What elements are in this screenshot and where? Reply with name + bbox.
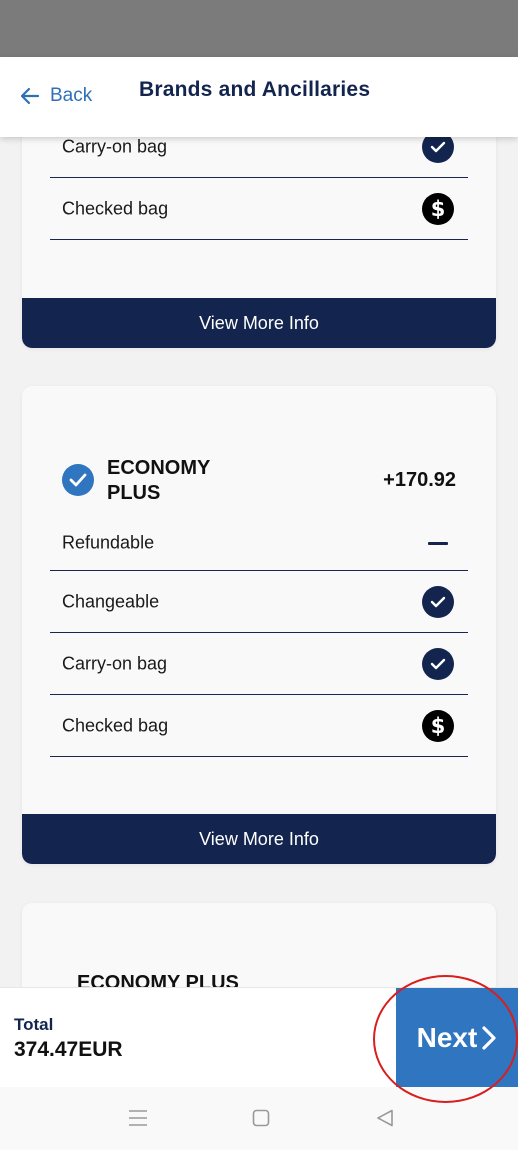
home-nav-icon[interactable] <box>252 1109 270 1127</box>
check-circle-icon <box>422 585 454 618</box>
feature-label: Checked bag <box>62 198 169 218</box>
brand-name: ECONOMY PLUS <box>77 972 239 987</box>
brand-price: +170.92 <box>383 469 456 491</box>
back-button[interactable]: Back <box>20 85 92 107</box>
minus-icon <box>428 541 448 545</box>
view-more-info-button[interactable]: View More Info <box>22 814 496 864</box>
selected-check-icon[interactable] <box>62 464 94 496</box>
app-header: Back Brands and Ancillaries <box>0 57 518 137</box>
dollar-circle-icon: $ <box>422 709 454 742</box>
brand-card-economy-plus-2[interactable]: ECONOMY PLUS <box>22 903 496 987</box>
check-circle-icon <box>422 647 454 680</box>
brand-card-economy-plus[interactable]: ECONOMY PLUS +170.92 Refundable Changeab… <box>22 386 496 864</box>
view-more-info-button[interactable]: View More Info <box>22 298 496 348</box>
page-title: Brands and Ancillaries <box>139 78 371 101</box>
feature-row-carry-on: Carry-on bag <box>50 633 468 695</box>
back-label: Back <box>50 85 93 106</box>
check-circle-icon <box>422 137 454 163</box>
next-button[interactable]: Next <box>396 988 518 1088</box>
feature-label: Checked bag <box>62 715 169 735</box>
dollar-circle-icon: $ <box>422 192 454 225</box>
feature-row-carry-on: Carry-on bag <box>50 137 468 178</box>
feature-row-changeable: Changeable <box>50 571 468 633</box>
feature-label: Carry-on bag <box>62 137 168 156</box>
brand-name: ECONOMY PLUS <box>107 457 210 504</box>
total-label: Total <box>14 1015 54 1034</box>
status-bar <box>0 0 518 57</box>
chevron-right-icon <box>482 1026 496 1050</box>
arrow-left-icon <box>20 87 40 105</box>
feature-row-checked-bag: Checked bag $ <box>50 695 468 757</box>
feature-row-refundable: Refundable <box>50 509 468 571</box>
menu-nav-icon[interactable] <box>128 1109 148 1127</box>
feature-label: Refundable <box>62 532 155 553</box>
feature-row-checked-bag: Checked bag $ <box>50 178 468 240</box>
feature-label: Changeable <box>62 591 160 611</box>
total-amount: 374.47EUR <box>14 1038 123 1061</box>
feature-label: Carry-on bag <box>62 653 168 673</box>
back-nav-icon[interactable] <box>376 1109 394 1127</box>
brand-card: Carry-on bag Checked bag $ View More Inf… <box>22 137 496 348</box>
booking-footer: Total 374.47EUR Next <box>0 987 518 1088</box>
brands-list[interactable]: Carry-on bag Checked bag $ View More Inf… <box>0 137 518 987</box>
next-label: Next <box>416 1022 478 1053</box>
system-nav-bar <box>0 1087 518 1150</box>
